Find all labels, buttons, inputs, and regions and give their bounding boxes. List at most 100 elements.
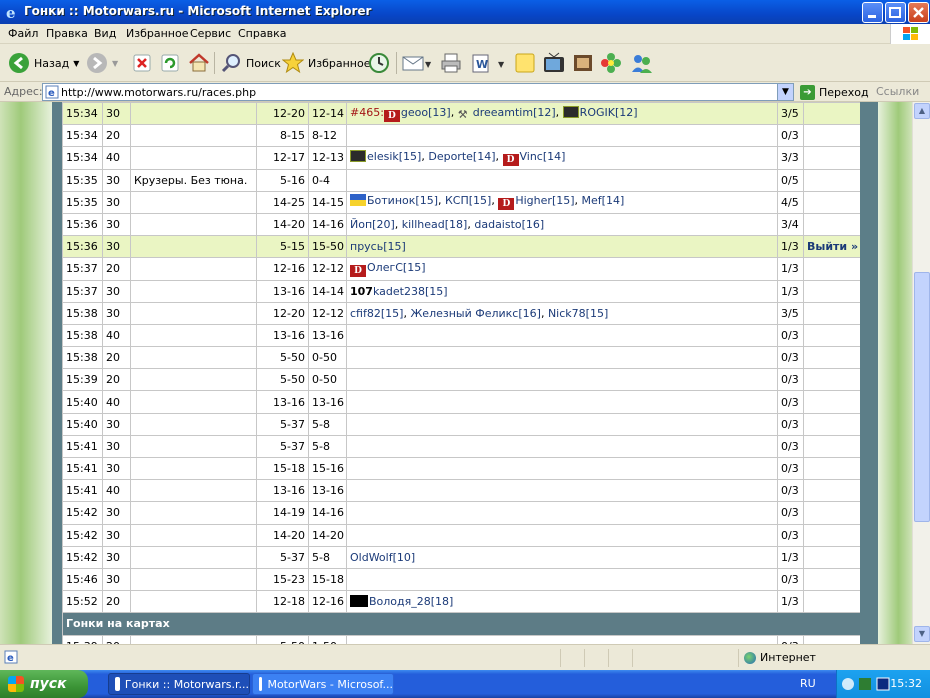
race-action <box>803 412 861 436</box>
messenger-button[interactable] <box>572 50 594 76</box>
player-level: [10] <box>392 550 416 564</box>
ukraine-flag-icon <box>350 194 366 207</box>
player-link[interactable]: kadet238 <box>373 285 425 298</box>
race-action[interactable]: Выйти » <box>803 235 861 259</box>
race-slots: 0/3 <box>777 479 804 503</box>
edit-button[interactable]: W ▼ <box>470 50 508 76</box>
tv-button[interactable] <box>542 50 566 76</box>
player-link[interactable]: Володя_28 <box>369 595 431 608</box>
icq-button[interactable] <box>600 50 622 76</box>
ie-icon: e <box>4 4 20 22</box>
race-players: Володя_28[18] <box>346 590 778 614</box>
svg-text:W: W <box>476 58 488 71</box>
clan-d-icon: D <box>383 109 400 122</box>
player-link[interactable]: Vinc <box>520 150 543 163</box>
player-link[interactable]: cfif82 <box>350 307 381 320</box>
notes-button[interactable] <box>514 50 536 76</box>
history-button[interactable] <box>368 50 390 76</box>
favorites-button[interactable]: Избранное <box>282 50 370 76</box>
windows-logo-icon <box>8 676 24 692</box>
go-arrow-icon: ➔ <box>800 84 815 100</box>
task-ie-motorwars[interactable]: MotorWars - Microsof... <box>252 673 394 695</box>
player-link[interactable]: ROGIK <box>580 106 615 119</box>
msn-button[interactable] <box>630 50 654 76</box>
race-players <box>346 323 778 348</box>
player-link[interactable]: КСП <box>445 194 469 207</box>
menu-edit[interactable]: Правка <box>46 27 88 40</box>
player-link[interactable]: Deporte <box>428 150 473 163</box>
player-link[interactable]: dadaisto <box>474 218 521 231</box>
player-link[interactable]: прусь <box>350 240 383 253</box>
race-level-limit: 5-8 <box>308 434 347 459</box>
menu-tools[interactable]: Сервис <box>190 27 231 40</box>
race-level-limit: 14-16 <box>308 501 347 525</box>
ie-icon <box>115 677 120 691</box>
menu-favorites[interactable]: Избранное <box>126 27 188 40</box>
player-link[interactable]: Mef <box>582 194 602 207</box>
race-time: 15:42 <box>62 523 103 547</box>
home-button[interactable] <box>188 50 210 76</box>
race-action <box>803 590 861 614</box>
player-level: [18] <box>444 218 468 232</box>
player-link[interactable]: Ботинок <box>367 194 415 207</box>
race-laps: 20 <box>102 368 131 392</box>
menu-view[interactable]: Вид <box>94 27 116 40</box>
player-prefix: #465: <box>350 105 384 119</box>
player-link[interactable]: Nick78 <box>548 307 586 320</box>
refresh-button[interactable] <box>160 50 180 76</box>
scroll-down-icon[interactable]: ▼ <box>914 626 930 642</box>
minimize-button[interactable] <box>862 2 883 23</box>
stop-button[interactable] <box>132 50 152 76</box>
race-level-range: 5-50 <box>256 634 309 644</box>
address-dropdown-icon[interactable]: ▼ <box>777 84 793 100</box>
forward-dropdown-icon[interactable]: ▼ <box>112 59 118 68</box>
race-level-range: 13-16 <box>256 390 309 414</box>
close-button[interactable] <box>908 2 929 23</box>
race-players <box>346 368 778 392</box>
clan-badge-icon <box>350 149 366 162</box>
race-laps: 20 <box>102 124 131 148</box>
player-link[interactable]: dreeamtim <box>473 106 533 119</box>
player-link[interactable]: ОлегС <box>367 261 403 274</box>
race-players: OldWolf[10] <box>346 545 778 569</box>
scroll-thumb[interactable] <box>914 272 930 522</box>
player-level: [14] <box>542 149 566 163</box>
search-button[interactable]: Поиск <box>220 50 281 76</box>
race-level-limit: 15-50 <box>308 235 347 259</box>
maximize-button[interactable] <box>885 2 906 23</box>
player-level: [15] <box>551 194 575 208</box>
language-indicator[interactable]: RU <box>800 677 816 690</box>
mail-button[interactable]: ▼ <box>402 50 432 76</box>
back-dropdown-icon[interactable]: ▼ <box>73 59 79 68</box>
address-input[interactable]: e http://www.motorwars.ru/races.php ▼ <box>42 83 794 101</box>
player-link[interactable]: elesik <box>367 150 399 163</box>
race-level-range: 14-20 <box>256 523 309 547</box>
race-slots: 1/3 <box>777 590 804 614</box>
task-ie-races[interactable]: Гонки :: Motorwars.r... <box>108 673 250 695</box>
tray-icons[interactable] <box>841 676 893 692</box>
forward-button[interactable]: ▼ <box>86 50 118 76</box>
race-level-range: 15-23 <box>256 567 309 592</box>
race-players: elesik[15], Deporte[14], D Vinc[14] <box>346 146 778 170</box>
player-link[interactable]: Higher <box>515 194 552 207</box>
title-bar[interactable]: e Гонки :: Motorwars.ru - Microsoft Inte… <box>0 0 930 24</box>
player-link[interactable]: killhead <box>402 218 445 231</box>
start-button[interactable]: пуск <box>0 670 88 698</box>
player-link[interactable]: Йоп <box>350 218 372 231</box>
table-row: 15:37 20 12-16 12-12 D ОлегС[15] 1/3 <box>62 257 861 281</box>
menu-file[interactable]: Файл <box>8 27 38 40</box>
refresh-icon <box>161 54 179 72</box>
player-link[interactable]: geoo <box>401 106 428 119</box>
history-icon <box>369 53 389 73</box>
links-button[interactable]: Ссылки <box>876 85 919 98</box>
leave-race-link[interactable]: Выйти » <box>807 240 858 253</box>
vertical-scrollbar[interactable]: ▲ ▼ <box>912 102 930 644</box>
go-button[interactable]: ➔ Переход <box>800 83 869 101</box>
scroll-up-icon[interactable]: ▲ <box>914 103 930 119</box>
player-link[interactable]: Железный Феликс <box>410 307 518 320</box>
back-button[interactable]: Назад ▼ <box>8 50 79 76</box>
printer-icon <box>441 53 461 73</box>
print-button[interactable] <box>440 50 462 76</box>
menu-help[interactable]: Справка <box>238 27 286 40</box>
player-link[interactable]: OldWolf <box>350 551 393 564</box>
